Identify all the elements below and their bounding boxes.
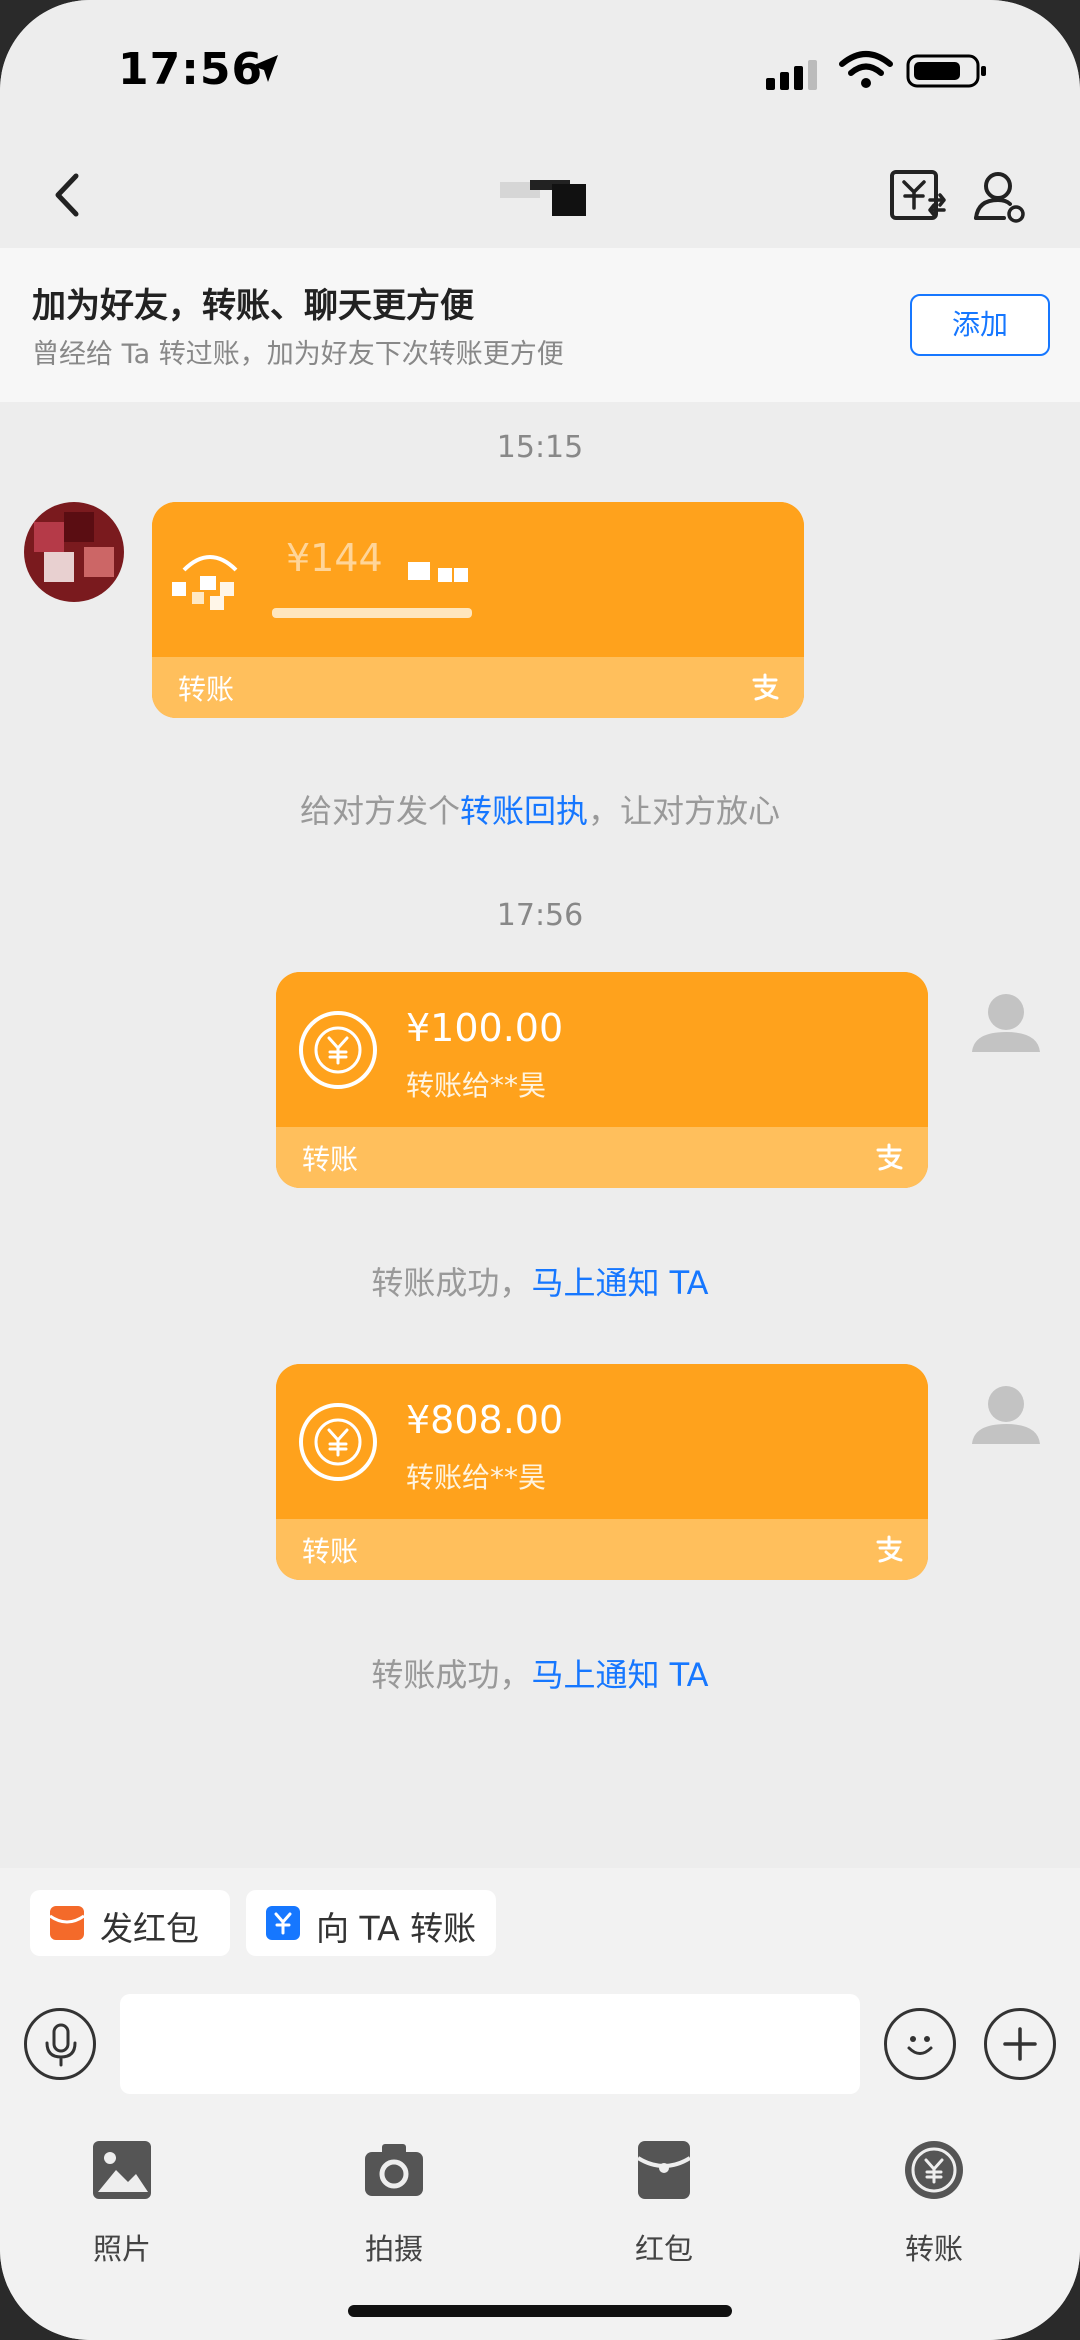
transfer-icon (266, 1906, 300, 1940)
quick-action-bar: 发红包 向 TA 转账 (0, 1868, 1080, 1978)
plus-icon (1003, 2027, 1037, 2061)
card-label: 转账 (302, 1143, 359, 1176)
tool-transfer[interactable]: 转账 (864, 2128, 1004, 2288)
chip-label: 向 TA 转账 (316, 1909, 477, 1948)
tool-label: 转账 (904, 2232, 963, 2266)
wifi-icon (839, 51, 893, 88)
redaction-block (408, 562, 430, 580)
tool-photo[interactable]: 照片 (52, 2128, 192, 2288)
transfer-record-icon[interactable] (886, 160, 950, 230)
emoji-button[interactable] (884, 2008, 956, 2080)
outgoing-transfer-card[interactable]: ¥808.00 转账给**昊 转账 (276, 1364, 928, 1580)
status-bar: 17:56 (0, 0, 1080, 140)
more-plus-button[interactable] (984, 2008, 1056, 2080)
hint-text: 转账成功， (371, 1656, 532, 1694)
default-avatar-icon[interactable] (962, 1374, 1050, 1462)
message-input[interactable] (120, 1994, 860, 2094)
transfer-amount: ¥144 (286, 536, 383, 580)
transfer-coin-icon (299, 1011, 377, 1089)
tool-label: 红包 (634, 2232, 693, 2266)
smiley-icon (907, 2036, 933, 2055)
back-chevron-icon[interactable] (40, 160, 100, 230)
card-label: 转账 (302, 1535, 359, 1568)
redaction-block (438, 568, 452, 582)
status-time: 17:56 (118, 44, 264, 95)
tool-red-packet[interactable]: 红包 (594, 2128, 734, 2288)
tool-label: 拍摄 (364, 2232, 423, 2266)
transfer-to-ta-chip[interactable]: 向 TA 转账 (246, 1890, 496, 1956)
banner-title: 加为好友，转账、聊天更方便 (32, 286, 474, 326)
transfer-coin-icon (299, 1403, 377, 1481)
location-arrow-icon (252, 55, 278, 82)
chat-timestamp: 17:56 (496, 898, 584, 933)
notify-link[interactable]: 马上通知 TA (531, 1656, 708, 1694)
card-label: 转账 (178, 673, 235, 706)
home-indicator (348, 2305, 732, 2317)
tool-label: 照片 (92, 2232, 151, 2266)
incoming-transfer-card[interactable]: ¥144 转账 (152, 502, 804, 718)
battery-icon (906, 54, 986, 88)
red-packet-icon (49, 1906, 85, 1940)
transfer-amount: ¥808.00 (406, 1398, 564, 1442)
signal-icon (766, 60, 817, 90)
transfer-icon (905, 2141, 963, 2199)
transfer-success-hint: 转账成功，马上通知 TA (0, 1258, 1080, 1304)
add-friend-banner: 加为好友，转账、聊天更方便 曾经给 Ta 转过账，加为好友下次转账更方便 添加 (0, 248, 1080, 402)
transfer-receipt-link[interactable]: 转账回执 (460, 792, 588, 830)
receipt-hint: 给对方发个转账回执，让对方放心 (0, 786, 1080, 832)
contact-settings-icon[interactable] (968, 160, 1032, 230)
send-red-packet-chip[interactable]: 发红包 (30, 1890, 230, 1956)
voice-button[interactable] (24, 2008, 96, 2080)
transfer-amount: ¥100.00 (406, 1006, 564, 1050)
transfer-success-hint: 转账成功，马上通知 TA (0, 1650, 1080, 1696)
photo-icon (93, 2141, 151, 2199)
redaction-block (272, 608, 472, 618)
alipay-icon (876, 1143, 903, 1171)
default-avatar-icon[interactable] (962, 982, 1050, 1070)
nav-bar (0, 140, 1080, 250)
redaction-block (454, 568, 468, 582)
chip-label: 发红包 (100, 1909, 199, 1948)
transfer-recipient: 转账给**昊 (406, 1069, 547, 1102)
red-packet-icon (636, 2141, 692, 2199)
hint-text: ，让对方放心 (588, 792, 781, 830)
banner-subtitle: 曾经给 Ta 转过账，加为好友下次转账更方便 (32, 339, 564, 370)
microphone-icon (45, 2023, 77, 2067)
alipay-icon (876, 1535, 903, 1563)
transfer-recipient: 转账给**昊 (406, 1461, 547, 1494)
add-friend-button[interactable]: 添加 (910, 294, 1050, 356)
notify-link[interactable]: 马上通知 TA (531, 1264, 708, 1302)
tool-camera[interactable]: 拍摄 (324, 2128, 464, 2288)
transfer-coin-icon (172, 555, 238, 610)
hint-text: 给对方发个 (299, 792, 460, 830)
sender-avatar[interactable] (24, 502, 124, 602)
input-bar (0, 1978, 1080, 2108)
phone-screen: 17:56 加为好友，转账、聊天更方便 曾经给 Ta 转过账，加为好友下次转账更… (0, 0, 1080, 2340)
nav-title-redacted (500, 180, 590, 220)
outgoing-transfer-card[interactable]: ¥100.00 转账给**昊 转账 (276, 972, 928, 1188)
chat-timestamp: 15:15 (496, 430, 584, 465)
hint-text: 转账成功， (371, 1264, 532, 1302)
camera-icon (365, 2144, 423, 2196)
alipay-icon (752, 673, 779, 701)
